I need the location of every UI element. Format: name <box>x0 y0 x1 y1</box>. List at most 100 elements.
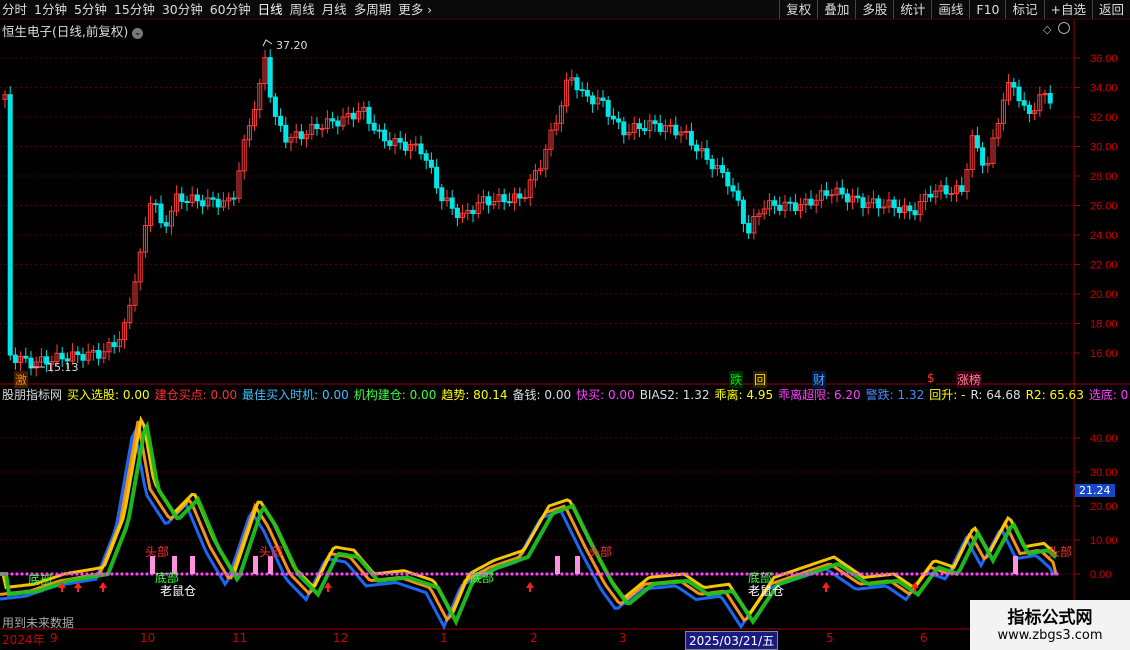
indicator-tick-label: 10.00 <box>1090 535 1118 547</box>
candle-body <box>402 141 408 151</box>
baseline-dot <box>735 572 739 576</box>
signal-bar <box>555 556 560 574</box>
candle-body <box>428 159 434 168</box>
candle-body <box>928 193 934 198</box>
candle-body <box>158 203 164 224</box>
baseline-dot <box>260 572 264 576</box>
candle-body <box>184 200 190 203</box>
baseline-dot <box>70 572 74 576</box>
candle-body <box>366 106 372 124</box>
indicator-name[interactable]: 股朋指标网 <box>2 388 62 402</box>
baseline-dot <box>910 572 914 576</box>
bottom-label: 底部 <box>28 572 52 587</box>
baseline-dot <box>775 572 779 576</box>
baseline-dot <box>595 572 599 576</box>
baseline-dot <box>60 572 64 576</box>
baseline-dot <box>840 572 844 576</box>
baseline-dot <box>625 572 629 576</box>
baseline-dot <box>820 572 824 576</box>
top-label: 头部 <box>145 544 169 559</box>
baseline-dot <box>945 572 949 576</box>
baseline-dot <box>225 572 229 576</box>
baseline-dot <box>310 572 314 576</box>
baseline-dot <box>1050 572 1054 576</box>
top-label: 头部 <box>588 544 612 559</box>
indicator-item-13: R2: 65.63 <box>1025 388 1084 402</box>
indicator-tick-label: 40.00 <box>1090 433 1118 445</box>
event-tag-0[interactable]: 激 <box>14 371 29 388</box>
date-label-7: 3 <box>619 631 627 645</box>
candle-body <box>720 165 726 173</box>
baseline-dot <box>115 572 119 576</box>
baseline-dot <box>1025 572 1029 576</box>
baseline-dot <box>445 572 449 576</box>
candle-body <box>777 204 783 211</box>
baseline-dot <box>95 572 99 576</box>
baseline-dot <box>305 572 309 576</box>
candle-body <box>844 193 850 203</box>
baseline-dot <box>780 572 784 576</box>
date-label-5: 1 <box>440 631 448 645</box>
baseline-dot <box>180 572 184 576</box>
chart-canvas: 36.00 34.00 32.00 30.00 28.00 26.00 24.00 22.00… <box>0 20 1130 631</box>
candle-body <box>454 207 460 219</box>
event-tag-1[interactable]: 跌 <box>729 371 744 388</box>
baseline-dot <box>635 572 639 576</box>
baseline-dot <box>195 572 199 576</box>
candle-body <box>59 352 65 360</box>
candle-body <box>621 121 627 136</box>
candle-body <box>319 127 325 130</box>
baseline-dot <box>280 572 284 576</box>
baseline-dot <box>1000 572 1004 576</box>
candle-body <box>673 124 679 136</box>
indicator-tick-label: 30.00 <box>1090 467 1118 479</box>
baseline-dot <box>995 572 999 576</box>
indicator-item-1: 建仓买点: 0.00 <box>154 388 238 402</box>
candle-body <box>163 222 169 227</box>
baseline-dot <box>565 572 569 576</box>
event-tag-3[interactable]: 财 <box>812 371 827 388</box>
buy-arrow <box>822 582 830 588</box>
baseline-dot <box>815 572 819 576</box>
event-tag-4[interactable]: $ <box>926 371 936 385</box>
baseline-dot <box>680 572 684 576</box>
baseline-dot <box>655 572 659 576</box>
price-tick-label: 36.00 <box>1090 53 1118 65</box>
price-tick-label: 16.00 <box>1090 348 1118 360</box>
baseline-dot <box>560 572 564 576</box>
event-tag-2[interactable]: 回 <box>753 371 768 388</box>
candle-body <box>642 128 648 132</box>
candle-body <box>584 89 590 97</box>
baseline-dot <box>545 572 549 576</box>
indicator-item-11: 回升: - <box>929 388 966 402</box>
baseline-dot <box>970 572 974 576</box>
candle-body <box>413 143 419 146</box>
price-tick-label: 32.00 <box>1090 112 1118 124</box>
date-label-2: 10 <box>140 631 156 645</box>
baseline-dot <box>370 572 374 576</box>
baseline-dot <box>950 572 954 576</box>
baseline-dot <box>720 572 724 576</box>
event-tag-5[interactable]: 涨榜 <box>956 371 983 388</box>
baseline-dot <box>385 572 389 576</box>
baseline-dot <box>870 572 874 576</box>
baseline-dot <box>665 572 669 576</box>
date-label-1: 9 <box>50 631 58 645</box>
baseline-dot <box>375 572 379 576</box>
price-tick-label: 28.00 <box>1090 171 1118 183</box>
baseline-dot <box>890 572 894 576</box>
candle-body <box>772 200 778 206</box>
baseline-dot <box>210 572 214 576</box>
price-tick-label: 34.00 <box>1090 83 1118 95</box>
candle-body <box>283 124 289 143</box>
baseline-dot <box>145 572 149 576</box>
baseline-dot <box>875 572 879 576</box>
baseline-dot <box>495 572 499 576</box>
candle-body <box>1011 82 1017 88</box>
baseline-dot <box>500 572 504 576</box>
baseline-dot <box>0 572 4 576</box>
candle-body <box>486 196 492 206</box>
candle-body <box>912 210 918 216</box>
candle-body <box>522 197 528 200</box>
baseline-dot <box>1040 572 1044 576</box>
